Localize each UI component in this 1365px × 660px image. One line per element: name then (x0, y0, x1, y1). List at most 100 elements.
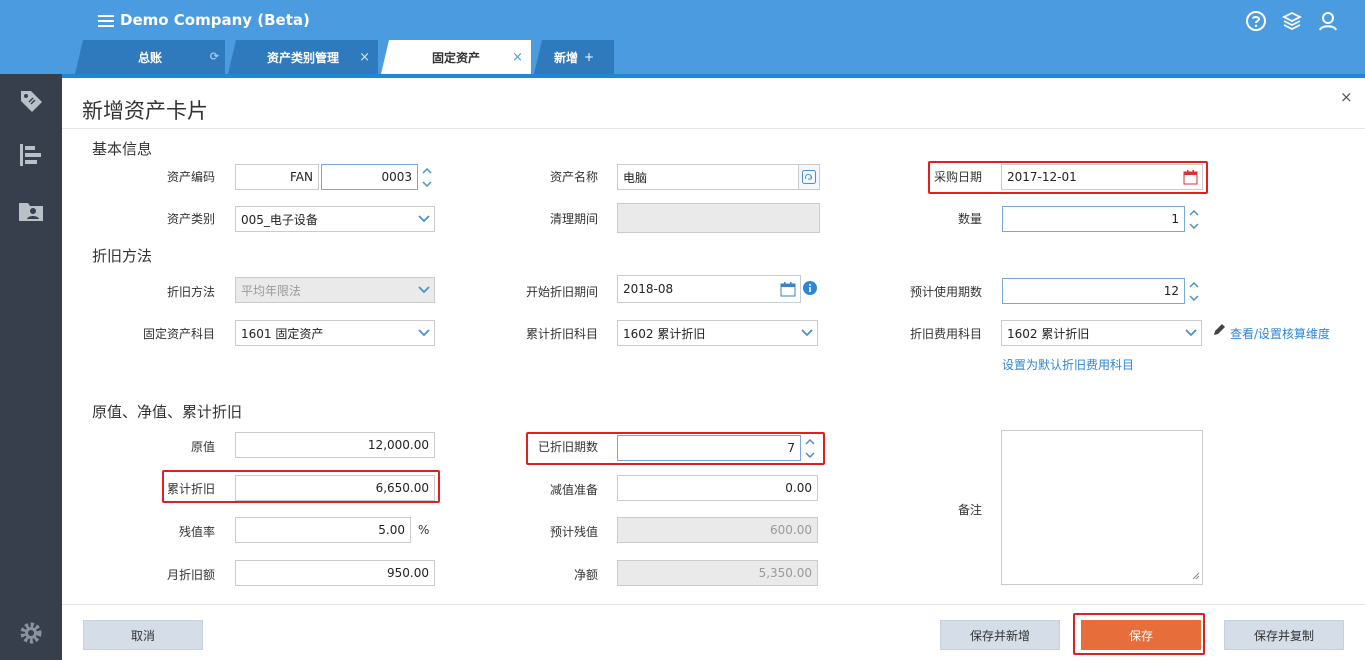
highlight-purchase-date (928, 161, 1208, 194)
accum-account-select[interactable]: 1602 累计折旧 (617, 320, 818, 346)
tab-general-ledger[interactable]: 总账 ⟳ (75, 40, 225, 74)
set-default-account-link[interactable]: 设置为默认折旧费用科目 (1002, 356, 1134, 373)
page-title: 新增资产卡片 (82, 99, 208, 123)
chevron-down-icon[interactable] (419, 177, 435, 190)
section-basic-info: 基本信息 (92, 140, 153, 158)
chevron-down-icon[interactable] (1181, 321, 1201, 345)
fixed-asset-account-value: 1601 固定资产 (241, 326, 324, 341)
report-bars-icon[interactable] (16, 140, 46, 170)
user-icon[interactable] (1317, 10, 1339, 32)
start-period-value: 2018-08 (623, 282, 674, 296)
net-value-field: 5,350.00 (617, 560, 818, 586)
asset-code-prefix-field[interactable]: FAN (235, 164, 319, 190)
remark-textarea[interactable] (1001, 430, 1203, 585)
fixed-asset-account-select[interactable]: 1601 固定资产 (235, 320, 435, 346)
help-icon[interactable] (1245, 10, 1267, 32)
asset-category-label: 资产类别 (166, 212, 215, 226)
fixed-asset-account-label: 固定资产科目 (142, 327, 215, 341)
layers-icon[interactable] (1281, 10, 1303, 32)
percent-unit: % (418, 523, 430, 537)
title-divider (62, 128, 1365, 129)
tab-fixed-assets[interactable]: 固定资产 × (381, 40, 531, 74)
chevron-up-icon[interactable] (1186, 278, 1202, 291)
close-panel-icon[interactable]: × (1340, 88, 1353, 106)
tab-label: 资产类别管理 (266, 50, 339, 65)
asset-name-field[interactable]: 电脑 (617, 164, 799, 190)
expense-account-label: 折旧费用科目 (909, 327, 982, 341)
net-value-label: 净额 (573, 568, 598, 582)
expense-account-value: 1602 累计折旧 (1007, 326, 1090, 341)
chevron-down-icon (414, 278, 434, 302)
expense-account-select[interactable]: 1602 累计折旧 (1001, 320, 1202, 346)
view-dimensions-link[interactable]: 查看/设置核算维度 (1230, 325, 1330, 342)
original-value-label: 原值 (190, 440, 215, 454)
monthly-depreciation-label: 月折旧额 (166, 568, 215, 582)
plus-icon: + (583, 50, 595, 64)
chevron-down-icon[interactable] (797, 321, 817, 345)
start-period-label: 开始折旧期间 (525, 285, 598, 299)
asset-code-stepper[interactable] (419, 164, 435, 190)
chevron-down-icon[interactable] (1186, 219, 1202, 232)
chevron-down-icon[interactable] (414, 207, 434, 231)
bottom-divider (62, 604, 1365, 605)
sidebar (0, 74, 62, 660)
depreciation-method-value: 平均年限法 (241, 283, 302, 298)
cleanup-period-field (617, 203, 820, 233)
quantity-field[interactable]: 1 (1002, 206, 1185, 232)
expected-periods-stepper[interactable] (1186, 278, 1202, 304)
resize-handle-icon[interactable] (1192, 569, 1200, 583)
expected-periods-label: 预计使用期数 (909, 285, 982, 299)
folder-user-icon[interactable] (16, 196, 46, 226)
residual-rate-field[interactable]: 5.00 (235, 517, 411, 543)
tab-bar: 总账 ⟳ 资产类别管理 × 固定资产 × 新增 + (75, 40, 617, 74)
calendar-icon[interactable] (780, 281, 796, 300)
refresh-icon[interactable]: ⟳ (210, 50, 219, 63)
asset-category-select[interactable]: 005_电子设备 (235, 206, 435, 232)
chevron-up-icon[interactable] (419, 164, 435, 177)
tab-label: 总账 (137, 50, 162, 65)
info-icon[interactable] (803, 281, 817, 298)
asset-category-value: 005_电子设备 (241, 212, 318, 227)
remark-label: 备注 (957, 503, 982, 517)
original-value-field[interactable]: 12,000.00 (235, 432, 435, 458)
chevron-up-icon[interactable] (1186, 206, 1202, 219)
quantity-stepper[interactable] (1186, 206, 1202, 232)
close-tab-icon[interactable]: × (512, 50, 523, 65)
depreciation-method-label: 折旧方法 (166, 285, 215, 299)
asset-code-label: 资产编码 (166, 170, 215, 184)
accum-account-label: 累计折旧科目 (525, 327, 598, 341)
close-tab-icon[interactable]: × (359, 50, 370, 65)
tab-asset-category[interactable]: 资产类别管理 × (228, 40, 378, 74)
tab-label: 新增 (553, 50, 578, 65)
impairment-label: 减值准备 (549, 483, 598, 497)
highlight-accum-depreciation (162, 470, 440, 503)
quantity-label: 数量 (957, 212, 982, 226)
save-and-new-button[interactable]: 保存并新增 (940, 620, 1060, 650)
cancel-button[interactable]: 取消 (83, 620, 203, 650)
pencil-icon[interactable] (1212, 323, 1226, 340)
depreciation-method-select: 平均年限法 (235, 277, 435, 303)
cleanup-period-label: 清理期间 (549, 212, 598, 226)
asset-code-number-field[interactable]: 0003 (321, 164, 418, 190)
tab-label: 固定资产 (431, 50, 480, 65)
top-bar: Demo Company (Beta) 总账 ⟳ 资产类别管理 × 固定资产 ×… (0, 0, 1365, 74)
top-icons (1245, 10, 1339, 32)
save-and-copy-button[interactable]: 保存并复制 (1224, 620, 1344, 650)
tag-icon[interactable] (16, 86, 46, 116)
monthly-depreciation-field[interactable]: 950.00 (235, 560, 435, 586)
impairment-field[interactable]: 0.00 (617, 475, 818, 501)
save-button[interactable]: 保存 (1081, 620, 1201, 650)
app-brand[interactable]: Demo Company (Beta) (98, 11, 310, 29)
expected-residual-label: 预计残值 (549, 525, 598, 539)
section-values: 原值、净值、累计折旧 (92, 403, 243, 421)
asset-lookup-icon[interactable] (798, 164, 820, 190)
residual-rate-label: 残值率 (178, 525, 215, 539)
chevron-down-icon[interactable] (414, 321, 434, 345)
expected-periods-field[interactable]: 12 (1002, 278, 1185, 304)
menu-icon[interactable] (98, 14, 114, 27)
accum-account-value: 1602 累计折旧 (623, 326, 706, 341)
start-period-field[interactable]: 2018-08 (617, 275, 801, 303)
settings-gear-icon[interactable] (16, 618, 46, 648)
tab-new[interactable]: 新增 + (534, 40, 614, 74)
chevron-down-icon[interactable] (1186, 291, 1202, 304)
